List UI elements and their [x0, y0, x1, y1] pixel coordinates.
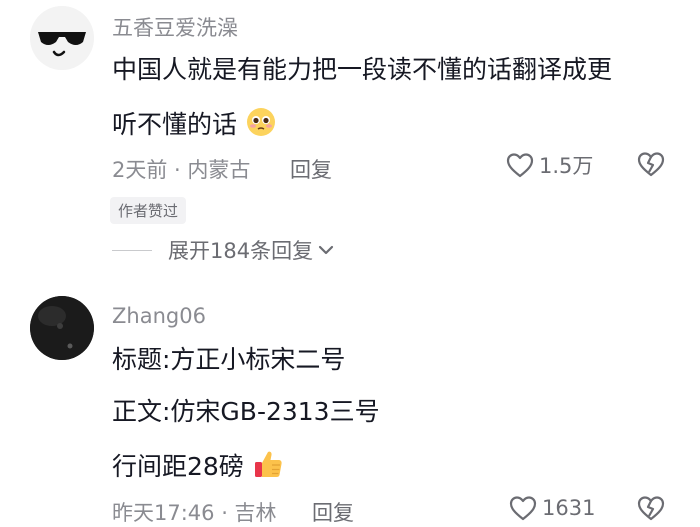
divider [112, 249, 152, 251]
author-liked-badge: 作者赞过 [110, 197, 187, 224]
comment-meta: 2天前 · 内蒙古 [112, 158, 251, 182]
comment-text-line: 听不懂的话 [112, 106, 277, 146]
broken-heart-icon [637, 152, 665, 177]
reply-button[interactable]: 回复 [290, 154, 332, 184]
comment-item: Zhang06 标题:方正小标宋二号 正文:仿宋GB-2313三号 行间距28磅… [0, 290, 700, 526]
comment-text-line: 中国人就是有能力把一段读不懂的话翻译成更 [112, 55, 613, 84]
comment-username[interactable]: 五香豆爱洗澡 [112, 12, 238, 42]
reply-button[interactable]: 回复 [312, 497, 354, 527]
dislike-button[interactable] [636, 150, 666, 182]
heart-outline-icon [509, 496, 537, 521]
like-button[interactable]: 1631 [508, 494, 595, 522]
comment-text-segment: 听不懂的话 [112, 110, 238, 139]
expand-replies-label: 展开184条回复 [168, 239, 314, 263]
comment-text-segment: 行间距28磅 [112, 452, 244, 481]
like-button[interactable]: 1.5万 [505, 150, 593, 180]
broken-heart-icon [637, 496, 665, 521]
comment-username[interactable]: Zhang06 [112, 304, 206, 328]
sunglasses-face-icon [30, 6, 94, 70]
expand-replies-button[interactable]: 展开184条回复 [112, 235, 335, 265]
thumbs-up-emoji [252, 448, 284, 488]
like-count: 1.5万 [539, 154, 594, 178]
comment-text-line: 正文:仿宋GB-2313三号 [112, 397, 380, 426]
like-count: 1631 [542, 496, 596, 520]
chevron-down-icon [318, 245, 334, 255]
comment-meta: 昨天17:46 · 吉林 [112, 501, 277, 525]
pleading-face-emoji [245, 106, 277, 146]
comment-item: 五香豆爱洗澡 中国人就是有能力把一段读不懂的话翻译成更 听不懂的话 2天前 · … [0, 0, 700, 290]
comment-text-line: 标题:方正小标宋二号 [112, 345, 346, 374]
dark-photo-avatar-icon [30, 296, 94, 360]
avatar[interactable] [30, 296, 94, 360]
dislike-button[interactable] [636, 494, 666, 526]
heart-outline-icon [506, 153, 534, 178]
comment-text-line: 行间距28磅 [112, 448, 284, 488]
avatar[interactable] [30, 6, 94, 70]
